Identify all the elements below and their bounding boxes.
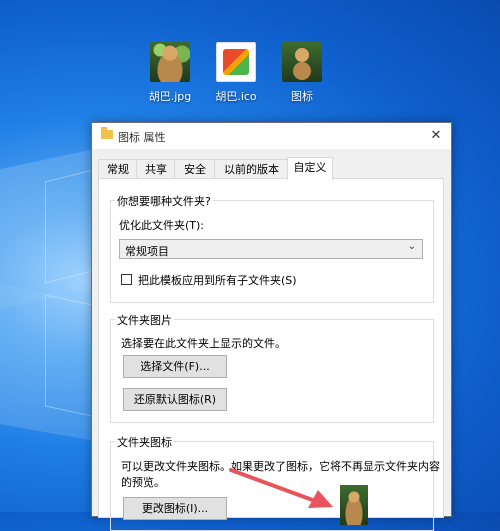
annotation-arrow bbox=[229, 468, 333, 508]
arrow-shaft bbox=[229, 468, 320, 504]
tab-customize[interactable]: 自定义 bbox=[287, 157, 333, 180]
